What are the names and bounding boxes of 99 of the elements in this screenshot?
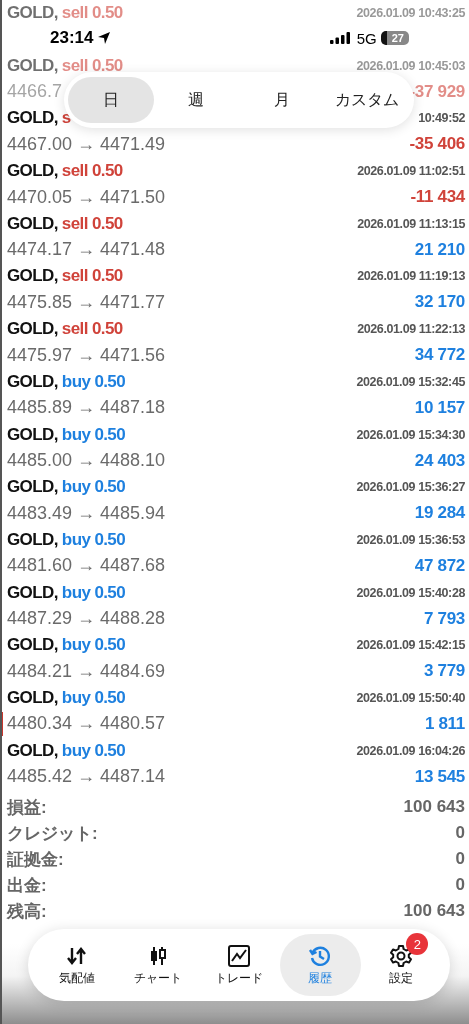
notification-badge: 2 [406, 933, 429, 955]
deal-side: sell 0.50 [61, 3, 123, 23]
deal-side: buy 0.50 [61, 740, 126, 761]
summary-value: 0 [455, 849, 465, 870]
deal-symbol: GOLD, [7, 371, 58, 392]
deal-time: 2026.01.09 15:36:27 [356, 480, 465, 495]
deal-profit: 10 157 [414, 397, 465, 418]
summary-value: 100 643 [403, 901, 465, 922]
deal-prices: 4485.89 → 4487.18 [7, 397, 166, 419]
deal-symbol: GOLD, [7, 55, 58, 76]
deal-prices: 4475.85 → 4471.77 [7, 291, 166, 313]
summary-label: 損益: [7, 796, 47, 819]
deal-profit: 32 170 [414, 292, 465, 313]
deal-symbol: GOLD, [7, 108, 58, 129]
period-tab[interactable]: 月 [239, 77, 325, 123]
deal-symbol: GOLD, [7, 582, 58, 603]
deal-time: 10:49:52 [418, 111, 465, 126]
deal-profit: 47 872 [414, 555, 465, 576]
deal-time: 2026.01.09 11:13:15 [357, 216, 465, 231]
deal-side: s [61, 108, 71, 129]
deal-prices: 4484.21 → 4484.69 [7, 660, 166, 682]
summary-value: 0 [455, 823, 465, 844]
deal-profit: 24 403 [414, 450, 465, 471]
deal-symbol: GOLD, [7, 319, 58, 340]
deal-profit: 34 772 [414, 345, 465, 366]
deal-symbol: GOLD, [7, 266, 58, 287]
deal-side: buy 0.50 [61, 529, 126, 550]
deal-prices: 4475.97 → 4471.56 [7, 344, 166, 366]
nav-tab[interactable]: 気配値 [36, 934, 118, 996]
deal-side: sell 0.50 [61, 213, 123, 234]
deal-prices: 4481.60 → 4487.68 [7, 555, 166, 577]
deal-profit: 21 210 [414, 239, 465, 260]
deal-prices: 4466.7 [7, 81, 63, 103]
nav-tab[interactable]: 履歴 [279, 934, 361, 996]
settings-icon [389, 944, 414, 968]
deal-side: buy 0.50 [61, 424, 126, 445]
deal-side: buy 0.50 [61, 371, 126, 392]
deal-side: buy 0.50 [61, 635, 126, 656]
network-label: 5G [356, 29, 377, 47]
deal-profit: 7 793 [423, 608, 465, 629]
summary-value: 0 [455, 875, 465, 896]
deal-profit: -11 434 [410, 187, 465, 208]
line-chart-icon [227, 944, 251, 968]
summary-label: 残高: [7, 900, 47, 923]
signal-icon [329, 32, 350, 44]
deal-time: 2026.01.09 15:50:40 [356, 690, 465, 705]
deal-prices: 4485.00 → 4488.10 [7, 450, 166, 471]
deal-prices: 4470.05 → 4471.50 [7, 186, 166, 208]
summary-label: 証拠金: [7, 848, 64, 871]
summary-label: クレジット: [7, 822, 98, 845]
deal-time: 2026.01.09 15:34:30 [356, 427, 465, 442]
nav-tab[interactable]: 2 設定 [360, 934, 442, 996]
deal-time: 2026.01.09 16:04:26 [356, 743, 465, 758]
deal-prices: 4487.29 → 4488.28 [7, 608, 166, 630]
summary-value: 100 643 [403, 797, 465, 818]
deal-time: 2026.01.09 15:32:45 [356, 374, 465, 389]
deal-side: sell 0.50 [61, 161, 123, 182]
period-tab[interactable]: 週 [153, 77, 239, 123]
deal-profit: 3 779 [423, 661, 465, 682]
deal-prices: 4485.42 → 4487.14 [7, 766, 166, 788]
deal-symbol: GOLD, [7, 213, 58, 234]
deal-side: buy 0.50 [61, 687, 126, 708]
deal-symbol: GOLD, [7, 635, 58, 656]
deal-symbol: GOLD, [7, 529, 58, 550]
deal-time: 2026.01.09 10:45:03 [356, 58, 465, 73]
deal-profit: -35 406 [409, 134, 465, 155]
history-icon [308, 944, 333, 968]
deal-symbol: GOLD, [7, 424, 58, 445]
nav-tab[interactable]: トレード [198, 934, 280, 996]
period-tab[interactable]: カスタム [324, 77, 410, 123]
location-icon [97, 31, 112, 45]
deal-symbol: GOLD, [7, 477, 58, 498]
deal-symbol: GOLD, [7, 740, 58, 761]
deal-prices: 4480.34 → 4480.57 [7, 713, 166, 735]
deal-time: 2026.01.09 15:36:53 [356, 532, 465, 547]
deal-time: 2026.01.09 15:42:15 [356, 638, 465, 653]
deal-prices: 4483.49 → 4485.94 [7, 502, 166, 524]
deal-symbol: GOLD, [7, 161, 58, 182]
deal-side: sell 0.50 [61, 55, 123, 76]
deal-time: 2026.01.09 15:40:28 [356, 585, 465, 600]
deal-side: buy 0.50 [61, 477, 126, 498]
summary-label: 出金: [7, 874, 47, 897]
deal-time: 2026.01.09 11:19:13 [357, 269, 465, 284]
deal-side: sell 0.50 [61, 266, 123, 287]
deal-side: sell 0.50 [61, 319, 123, 340]
deal-time: 2026.01.09 11:22:13 [357, 322, 465, 337]
deal-prices: 4474.17 → 4471.48 [7, 239, 166, 261]
deal-profit: 1 811 [424, 713, 465, 734]
deal-symbol: GOLD, [7, 687, 58, 708]
deal-profit: 19 284 [414, 503, 465, 524]
battery-indicator: 27 [380, 31, 409, 45]
deal-symbol: GOLD, [7, 3, 58, 23]
deal-time: 2026.01.09 10:43:25 [356, 6, 465, 20]
nav-tab[interactable]: チャート [117, 934, 199, 996]
deal-time: 2026.01.09 11:02:51 [357, 164, 465, 179]
clock: 23:14 [50, 28, 94, 48]
deal-prices: 4467.00 → 4471.49 [7, 133, 166, 155]
deal-profit: 13 545 [414, 766, 465, 787]
deal-side: buy 0.50 [61, 582, 126, 603]
